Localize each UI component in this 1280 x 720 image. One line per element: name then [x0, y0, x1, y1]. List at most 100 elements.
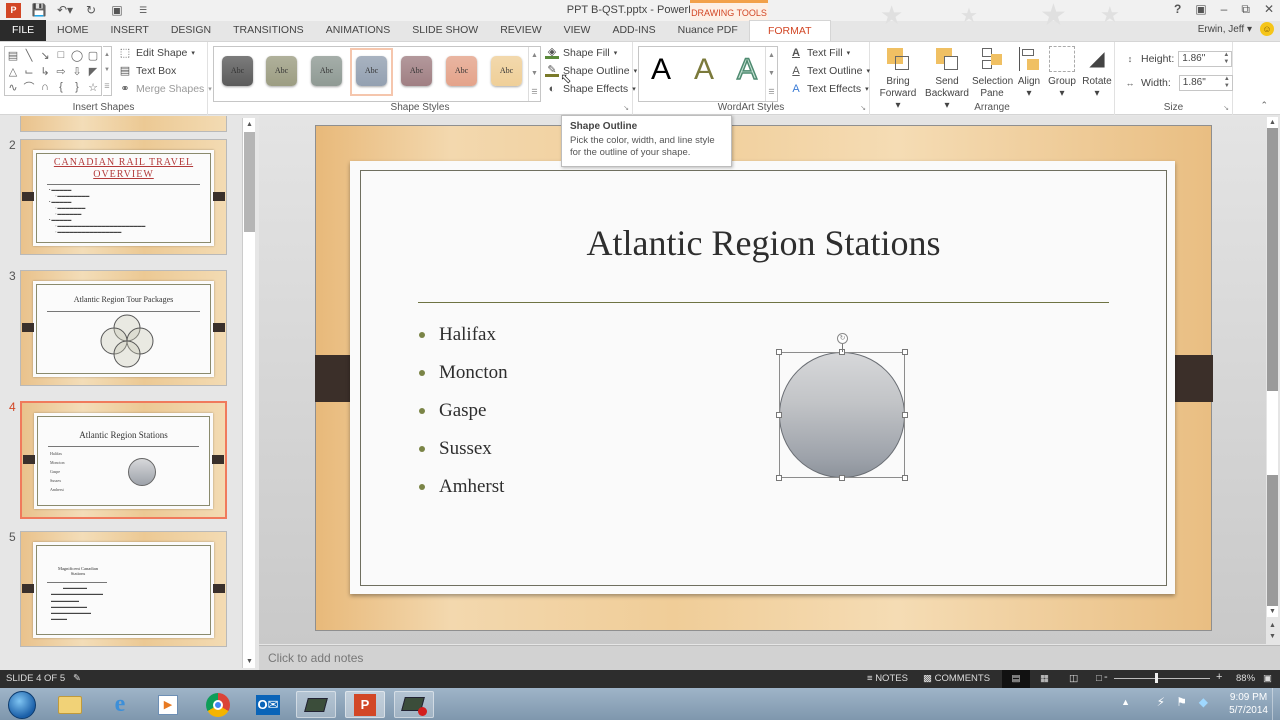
zoom-in-icon[interactable]: + [1216, 671, 1222, 683]
thumbnail-scrollbar[interactable]: ▲ ▼ [242, 118, 255, 668]
tab-view[interactable]: VIEW [553, 20, 602, 41]
collapse-ribbon-icon[interactable]: ⌃ [1260, 100, 1268, 111]
scrollbar-track[interactable] [1267, 128, 1278, 606]
down-arrow-shape-icon[interactable]: ⇩ [72, 65, 81, 78]
height-input[interactable]: 1.86" ▲ ▼ [1178, 51, 1233, 67]
wordart-style-black[interactable]: A [651, 53, 671, 87]
reading-view-icon[interactable]: ◫ [1069, 673, 1078, 684]
styles-gallery-scroll[interactable]: ▲ ▼ ☰ [528, 47, 540, 101]
show-hidden-icons[interactable]: ▲ [1121, 697, 1130, 707]
shape-style-swatch[interactable]: Abc [356, 56, 387, 86]
scroll-down-icon[interactable]: ▼ [244, 656, 255, 667]
freeform-shape-icon[interactable]: ∿ [8, 81, 17, 94]
shape-style-swatch[interactable]: Abc [266, 56, 297, 86]
width-spinner[interactable]: ▲ ▼ [1224, 76, 1230, 90]
scroll-down-icon[interactable]: ▼ [531, 70, 538, 77]
triangle-shape-icon[interactable]: △ [9, 65, 17, 78]
notes-pane[interactable]: Click to add notes [259, 645, 1280, 670]
shape-fill-button[interactable]: ◈ Shape Fill ▾ [545, 46, 617, 59]
slide-thumbnail-1[interactable] [20, 116, 227, 132]
restore-icon[interactable]: ⧉ [1241, 2, 1250, 17]
text-outline-button[interactable]: A Text Outline ▾ [789, 64, 870, 77]
notes-placeholder[interactable]: Click to add notes [268, 651, 363, 665]
previous-slide-icon[interactable]: ▲ [1267, 620, 1278, 631]
chrome-icon[interactable] [198, 691, 238, 718]
slide-show-icon[interactable]: □ [1096, 673, 1102, 684]
arc-shape-icon[interactable]: ⌒ [24, 79, 35, 95]
ribbon-display-icon[interactable]: ▣ [1195, 2, 1206, 17]
zoom-out-icon[interactable]: - [1104, 671, 1108, 683]
curve-shape-icon[interactable]: ∩ [41, 81, 49, 93]
scroll-up-icon[interactable]: ▲ [1267, 117, 1278, 128]
oval-shape-icon[interactable]: ◯ [71, 49, 83, 62]
scroll-down-icon[interactable]: ▼ [104, 67, 110, 73]
tab-home[interactable]: HOME [46, 20, 100, 41]
resize-handle[interactable] [839, 475, 845, 481]
slide-thumbnail-2[interactable]: CANADIAN RAIL TRAVEL OVERVIEW • ▬▬▬▬▬ ◦ … [20, 139, 227, 255]
shape-styles-gallery[interactable]: Abc Abc Abc Abc Abc Abc Abc ▲ ▼ ☰ [213, 46, 541, 102]
powerpoint-icon[interactable]: P [345, 691, 385, 718]
internet-explorer-icon[interactable]: e [100, 691, 140, 718]
left-brace-shape-icon[interactable]: { [59, 81, 63, 93]
align-button[interactable]: Align ▾ [1014, 46, 1044, 100]
expand-gallery-icon[interactable]: ☰ [768, 88, 774, 96]
snip-rectangle-shape-icon[interactable]: ◤ [89, 65, 97, 78]
tab-file[interactable]: FILE [0, 20, 46, 41]
minimize-icon[interactable]: – [1221, 2, 1228, 17]
tab-review[interactable]: REVIEW [489, 20, 552, 41]
shapes-gallery[interactable]: ▤ ╲ ↘ □ ◯ ▢ △ ⌙ ↳ ⇨ ⇩ ◤ ∿ ⌒ ∩ { } ☆ [4, 46, 102, 96]
scroll-down-icon[interactable]: ▼ [1267, 606, 1278, 617]
tab-nuance-pdf[interactable]: Nuance PDF [667, 20, 749, 41]
shape-effects-button[interactable]: ◐ Shape Effects ▾ [545, 82, 636, 95]
elbow-arrow-shape-icon[interactable]: ↳ [40, 65, 49, 78]
text-fill-button[interactable]: A Text Fill ▾ [789, 46, 850, 59]
zoom-slider-thumb[interactable] [1154, 673, 1158, 683]
resize-handle[interactable] [902, 475, 908, 481]
tab-insert[interactable]: INSERT [100, 20, 160, 41]
slide-thumbnail-3[interactable]: Atlantic Region Tour Packages [20, 270, 227, 386]
editor-scrollbar[interactable]: ▲ ▼ ▲ ▼ [1266, 116, 1280, 644]
recorder-icon[interactable] [394, 691, 434, 718]
scroll-up-icon[interactable]: ▲ [531, 52, 538, 59]
tab-slide-show[interactable]: SLIDE SHOW [401, 20, 489, 41]
slide-title[interactable]: Atlantic Region Stations [360, 222, 1167, 264]
media-player-icon[interactable]: ▶ [148, 691, 188, 718]
shape-style-swatch[interactable]: Abc [446, 56, 477, 86]
slide-thumbnail-5[interactable]: Magnificent Canadian Stations ▬▬▬▬▬▬ ▬▬▬… [20, 531, 227, 647]
start-button[interactable] [2, 690, 42, 719]
rounded-rectangle-shape-icon[interactable]: ▢ [88, 49, 98, 62]
merge-shapes-button[interactable]: ⚭ Merge Shapes ▾ [118, 82, 211, 96]
outlook-icon[interactable]: O✉ [248, 691, 288, 718]
right-arrow-shape-icon[interactable]: ⇨ [56, 65, 65, 78]
resize-handle[interactable] [902, 349, 908, 355]
rotate-handle-icon[interactable]: ↻ [837, 333, 848, 344]
right-brace-shape-icon[interactable]: } [75, 81, 79, 93]
resize-handle[interactable] [776, 412, 782, 418]
tab-animations[interactable]: ANIMATIONS [315, 20, 402, 41]
scroll-up-icon[interactable]: ▲ [104, 52, 110, 58]
elbow-connector-shape-icon[interactable]: ⌙ [24, 65, 33, 78]
comments-button[interactable]: ▩ COMMENTS [923, 673, 990, 684]
scroll-up-icon[interactable]: ▲ [768, 52, 775, 59]
resize-handle[interactable] [902, 412, 908, 418]
notes-button[interactable]: ≡ NOTES [867, 673, 908, 684]
close-icon[interactable]: ✕ [1264, 2, 1274, 17]
shape-outline-button[interactable]: ✎ Shape Outline ▾ [545, 64, 637, 77]
selection-pane-button[interactable]: Selection Pane [972, 46, 1013, 100]
width-input[interactable]: 1.86" ▲ ▼ [1178, 75, 1233, 91]
shape-style-swatch[interactable]: Abc [491, 56, 522, 86]
resize-handle[interactable] [776, 475, 782, 481]
edit-shape-button[interactable]: ⬚ Edit Shape ▾ [118, 46, 195, 60]
action-center-flag-icon[interactable]: ⚑ [1176, 695, 1187, 709]
bullet-list[interactable]: Halifax Moncton Gaspe Sussex Amherst [418, 316, 508, 506]
wordart-style-outline[interactable]: A [736, 52, 758, 87]
scroll-up-icon[interactable]: ▲ [244, 119, 255, 130]
text-effects-button[interactable]: A Text Effects ▾ [789, 82, 868, 95]
network-icon[interactable]: ◆ [1199, 695, 1208, 709]
wordart-gallery-scroll[interactable]: ▲ ▼ ☰ [765, 47, 777, 101]
tab-transitions[interactable]: TRANSITIONS [222, 20, 315, 41]
shape-style-swatch[interactable]: Abc [311, 56, 342, 86]
star-shape-icon[interactable]: ☆ [88, 81, 98, 94]
scrollbar-thumb[interactable] [244, 132, 255, 232]
expand-gallery-icon[interactable]: ☰ [104, 83, 109, 90]
